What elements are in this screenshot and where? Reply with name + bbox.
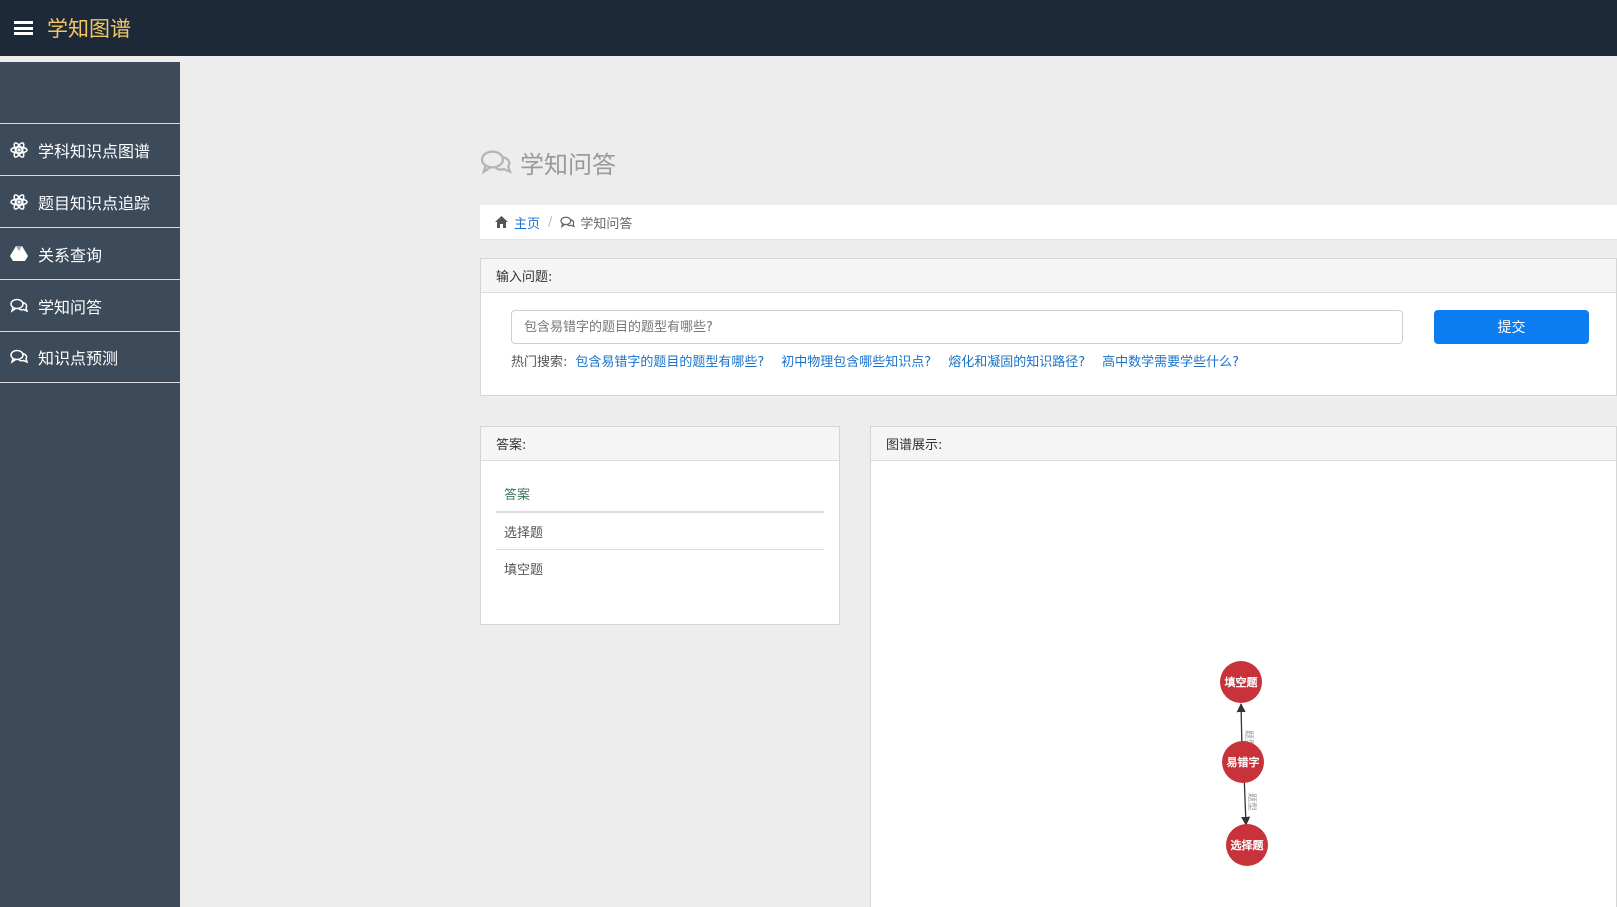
page-title: 学知问答 [480,145,616,180]
graph-edge-label: 题型 [1246,793,1257,811]
graph-node-label: 选择题 [1231,838,1265,852]
hot-searches: 热门搜索: 包含易错字的题目的题型有哪些? 初中物理包含哪些知识点? 熔化和凝固… [511,351,1256,370]
drive-triangle-icon [10,245,28,263]
submit-button[interactable]: 提交 [1434,310,1589,344]
question-input[interactable] [511,310,1403,344]
app-title[interactable]: 学知图谱 [47,13,131,43]
answer-row: 填空题 [504,563,544,578]
graph-panel: 图谱展示: 题型 题型 填空题 易错字 选择题 [870,426,1617,907]
breadcrumb-current: 学知问答 [560,213,632,232]
sidebar-item-subject-graph[interactable]: 学科知识点图谱 [0,123,180,175]
graph-node[interactable]: 填空题 [1220,661,1262,703]
graph-node-label: 易错字 [1227,755,1260,769]
graph-panel-header: 图谱展示: [871,427,1616,461]
sidebar-item-label: 知识点预测 [38,349,119,368]
page-title-text: 学知问答 [520,151,616,179]
chat-bubbles-icon [480,149,512,177]
answer-panel: 答案: 答案 选择题 填空题 [480,426,840,625]
atom-icon [10,193,28,211]
atom-icon [10,141,28,159]
sidebar-item-relation-query[interactable]: 关系查询 [0,227,180,279]
sidebar-item-label: 学科知识点图谱 [38,141,151,161]
question-panel: 输入问题: 提交 热门搜索: 包含易错字的题目的题型有哪些? 初中物理包含哪些知… [480,258,1617,396]
hot-search-link[interactable]: 初中物理包含哪些知识点? [781,351,931,370]
chat-bubbles-icon [560,216,576,229]
graph-node[interactable]: 易错字 [1222,741,1264,783]
breadcrumb-home-label[interactable]: 主页 [514,213,540,232]
breadcrumb-current-label: 学知问答 [580,216,633,232]
breadcrumb-separator: / [548,214,553,230]
hot-searches-label: 热门搜索: [511,355,568,370]
breadcrumb: 主页 / 学知问答 [480,205,1617,240]
hot-search-link[interactable]: 熔化和凝固的知识路径? [948,351,1085,370]
top-navbar: 学知图谱 [0,0,1617,56]
hot-search-link[interactable]: 高中数学需要学些什么? [1102,351,1239,370]
chat-bubbles-icon [10,348,28,366]
sidebar-item-label: 学知问答 [38,297,103,317]
sidebar-item-prediction[interactable]: 知识点预测 [0,331,180,383]
graph-node-label: 填空题 [1225,675,1259,689]
sidebar-item-label: 关系查询 [38,245,103,265]
graph-canvas[interactable]: 题型 题型 填空题 易错字 选择题 [871,462,1616,907]
answer-column-header: 答案 [496,475,824,513]
hamburger-menu-icon[interactable] [14,21,33,35]
sidebar-item-qa[interactable]: 学知问答 [0,279,180,331]
sidebar-item-label: 题目知识点追踪 [38,193,151,213]
chat-bubbles-icon [10,297,28,315]
breadcrumb-home-link[interactable]: 主页 [495,213,540,232]
sidebar: 学科知识点图谱 题目知识点追踪 关系查询 学知问答 知识点预测 [0,62,180,907]
sidebar-item-question-tracking[interactable]: 题目知识点追踪 [0,175,180,227]
hot-search-link[interactable]: 包含易错字的题目的题型有哪些? [575,351,764,370]
answer-table: 答案 选择题 填空题 [481,461,839,587]
answer-row: 选择题 [496,513,824,550]
question-panel-header: 输入问题: [481,259,1616,293]
home-icon [495,216,508,228]
answer-panel-header: 答案: [481,427,839,461]
graph-node[interactable]: 选择题 [1226,824,1268,866]
